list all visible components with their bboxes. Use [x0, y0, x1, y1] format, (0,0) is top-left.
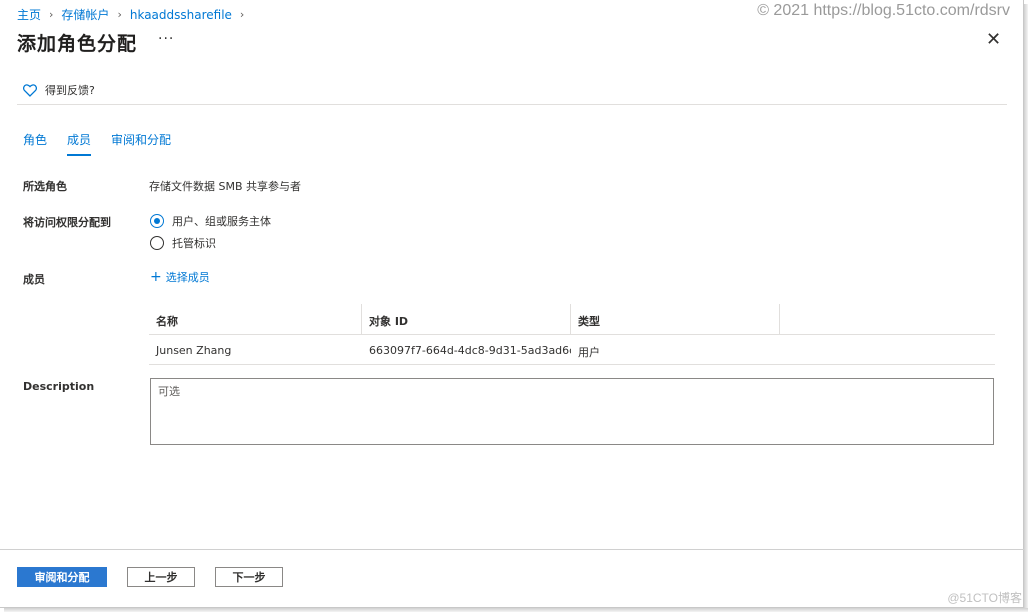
breadcrumb-storage-accounts[interactable]: 存储帐户	[61, 6, 109, 23]
tab-role[interactable]: 角色	[23, 131, 47, 156]
heart-icon	[23, 83, 37, 97]
close-icon[interactable]: ✕	[986, 31, 1001, 49]
plus-icon: +	[150, 268, 162, 285]
breadcrumb: 主页 › 存储帐户 › hkaaddssharefile ›	[17, 6, 252, 23]
breadcrumb-storage-account[interactable]: hkaaddssharefile	[130, 8, 232, 22]
watermark: © 2021 https://blog.51cto.com/rdsrv	[757, 2, 1010, 19]
chevron-right-icon: ›	[117, 8, 122, 21]
radio-checked-icon	[150, 214, 164, 228]
selected-role-value: 存储文件数据 SMB 共享参与者	[149, 180, 302, 193]
cell-object-id: 663097f7-664d-4dc8-9d31-5ad3ad6c2a...	[369, 344, 571, 357]
column-header-actions	[780, 304, 995, 334]
feedback-label: 得到反馈?	[45, 84, 95, 97]
tab-review-assign[interactable]: 审阅和分配	[111, 131, 171, 156]
cell-name: Junsen Zhang	[156, 344, 232, 357]
members-label: 成员	[23, 273, 45, 286]
previous-button[interactable]: 上一步	[127, 567, 195, 587]
column-header-name[interactable]: 名称	[149, 304, 362, 334]
frame-shadow-right	[1024, 4, 1028, 612]
tab-strip: 角色 成员 审阅和分配	[23, 131, 191, 156]
radio-unchecked-icon	[150, 236, 164, 250]
more-options-icon[interactable]: ···	[158, 31, 174, 47]
column-header-object-id[interactable]: 对象 ID	[362, 304, 571, 334]
description-input[interactable]: 可选	[150, 378, 994, 445]
table-row[interactable]: Junsen Zhang 663097f7-664d-4dc8-9d31-5ad…	[149, 335, 995, 365]
divider	[17, 104, 1007, 105]
selected-role-label: 所选角色	[23, 180, 67, 193]
assign-access-label: 将访问权限分配到	[23, 216, 111, 229]
watermark-bottom: @51CTO博客	[947, 591, 1022, 605]
review-assign-button[interactable]: 审阅和分配	[17, 567, 107, 587]
members-table: 名称 对象 ID 类型 Junsen Zhang 663097f7-664d-4…	[149, 304, 995, 365]
chevron-right-icon: ›	[239, 8, 245, 21]
column-header-type[interactable]: 类型	[571, 304, 780, 334]
cell-actions	[780, 335, 995, 364]
chevron-right-icon: ›	[49, 8, 54, 21]
frame-shadow-bottom	[4, 608, 1028, 612]
next-button[interactable]: 下一步	[215, 567, 283, 587]
select-members-link[interactable]: + 选择成员	[150, 269, 210, 285]
select-members-label: 选择成员	[165, 271, 210, 284]
radio-managed-identity[interactable]: 托管标识	[150, 235, 216, 251]
radio-label: 用户、组或服务主体	[172, 215, 271, 228]
radio-label: 托管标识	[172, 237, 216, 250]
cell-type: 用户	[578, 346, 600, 359]
description-label: Description	[23, 380, 95, 393]
breadcrumb-home[interactable]: 主页	[17, 6, 41, 23]
tab-members[interactable]: 成员	[67, 131, 92, 156]
footer-divider	[0, 549, 1024, 550]
table-header: 名称 对象 ID 类型	[149, 304, 995, 335]
page-title: 添加角色分配	[17, 33, 138, 55]
feedback-link[interactable]: 得到反馈?	[23, 82, 95, 98]
radio-user-group-sp[interactable]: 用户、组或服务主体	[150, 213, 271, 229]
